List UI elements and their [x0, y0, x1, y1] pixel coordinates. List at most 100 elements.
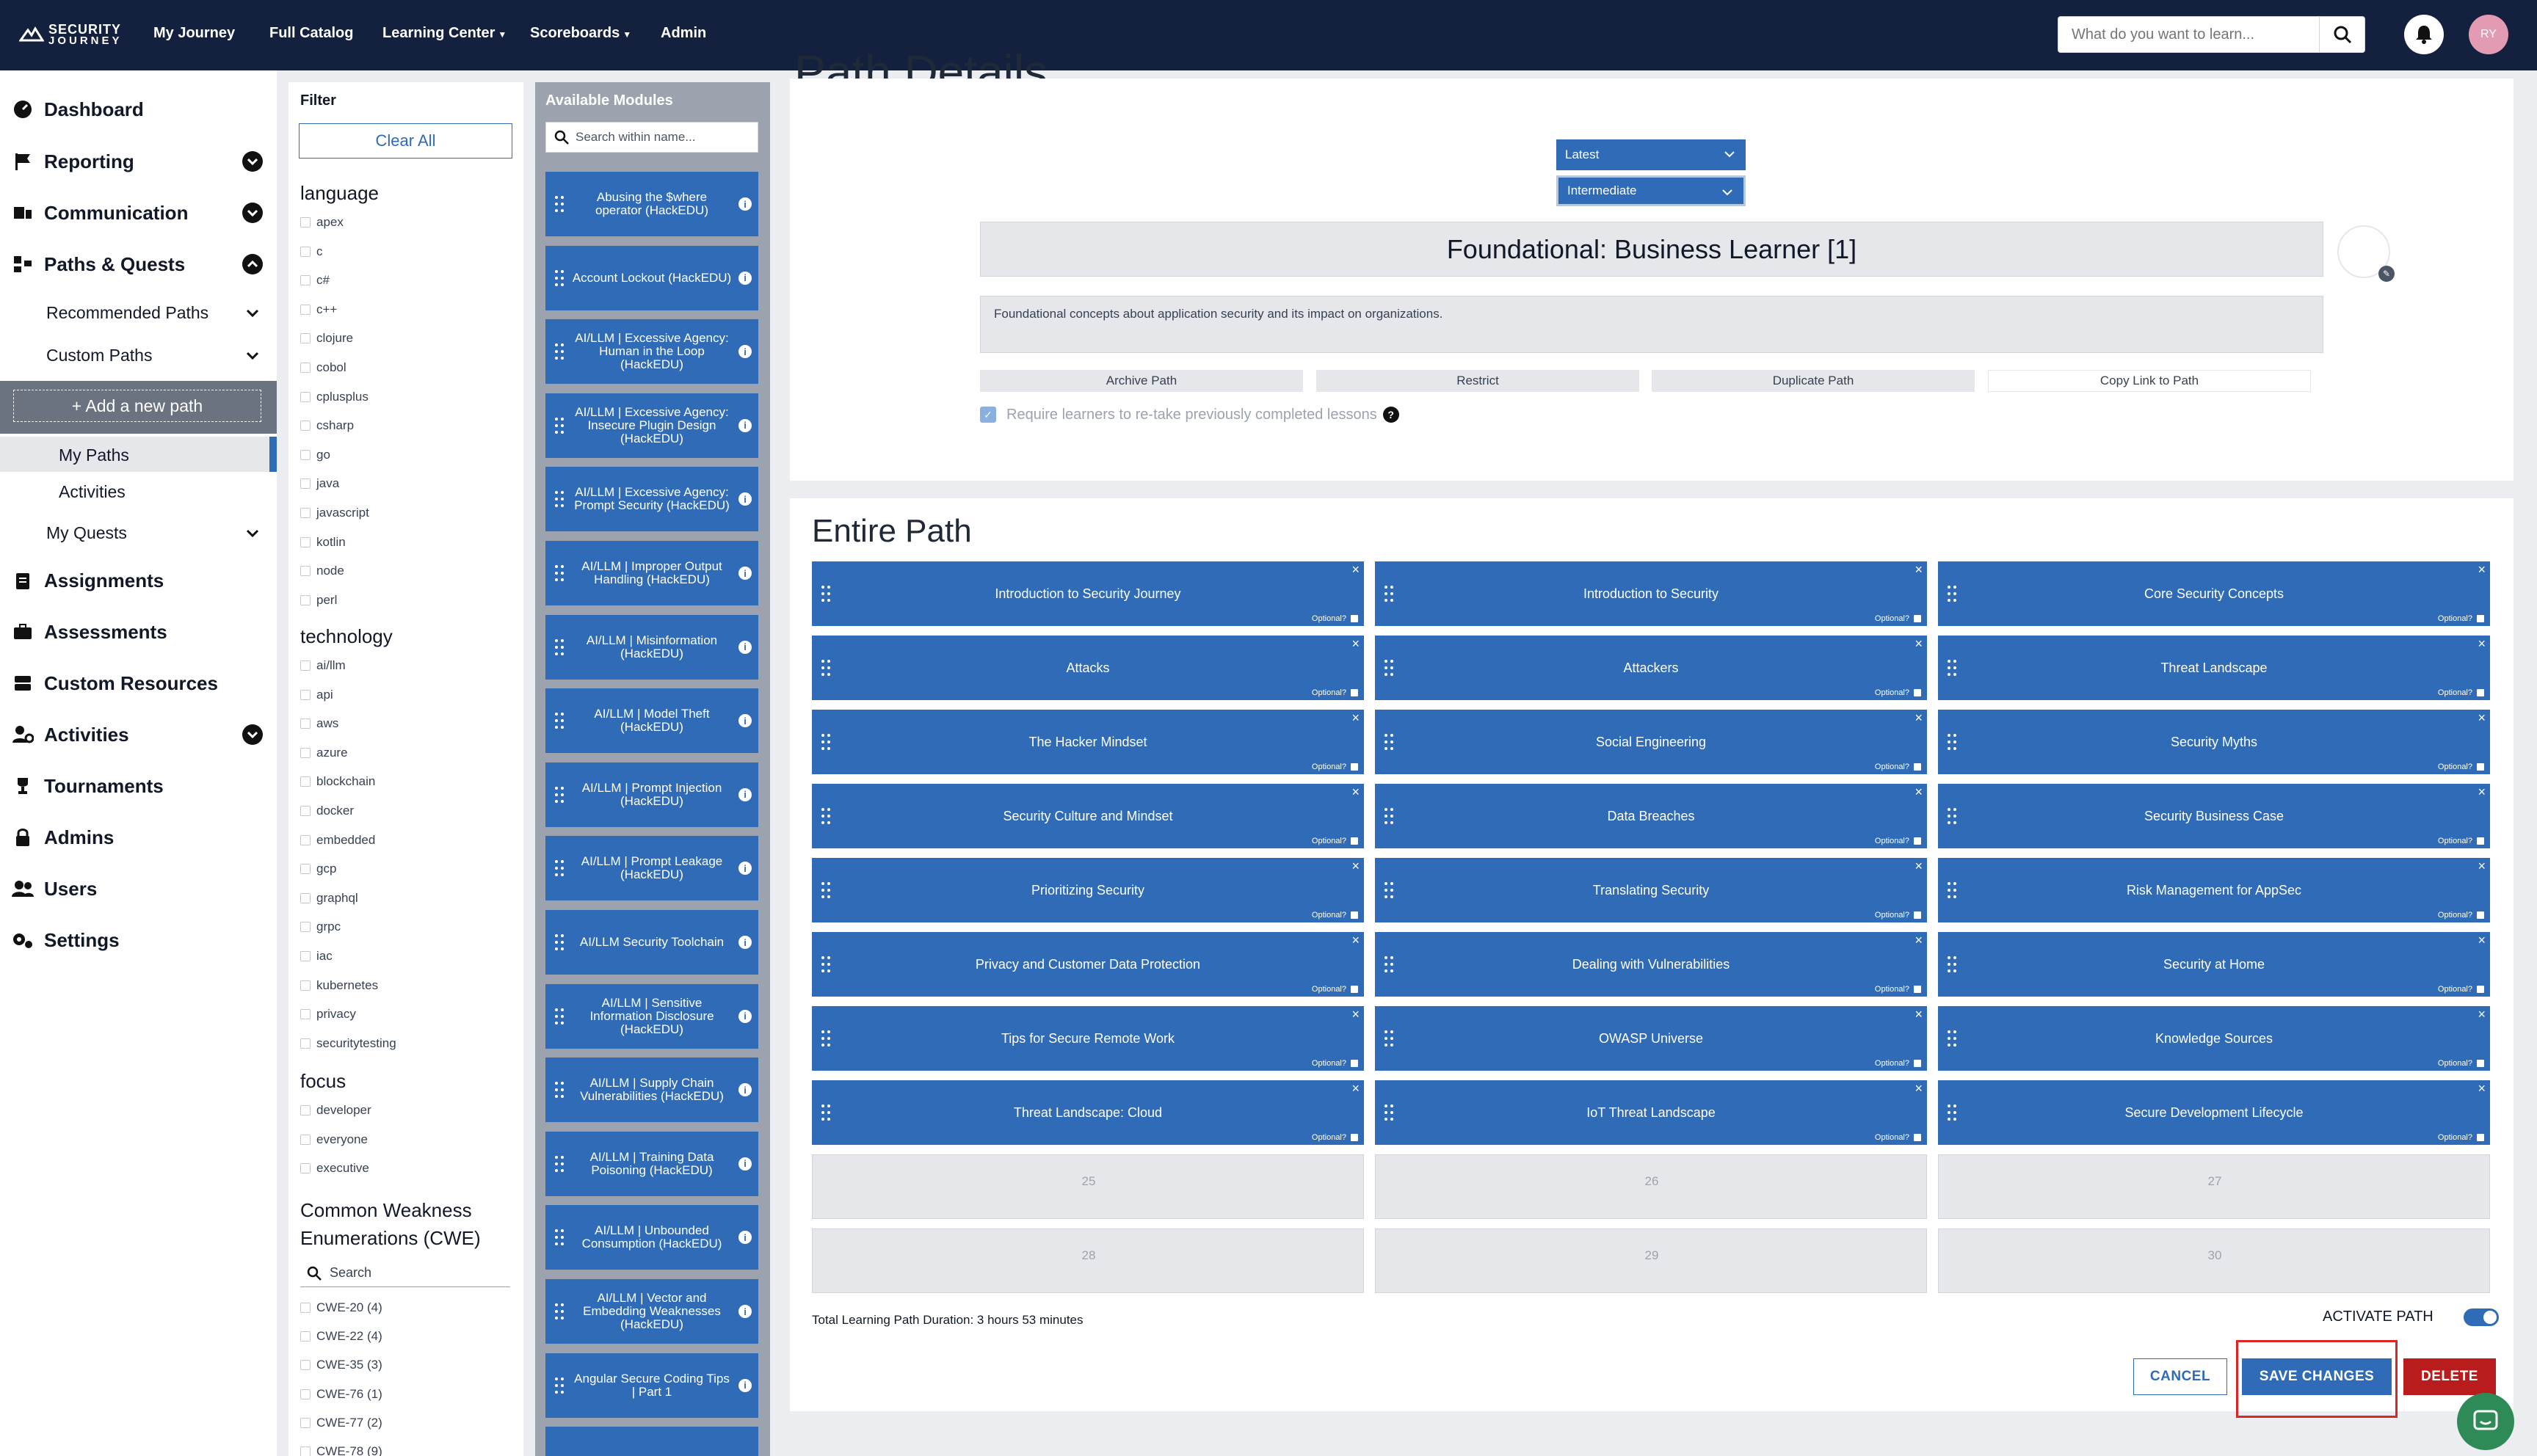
- filter-option-cwe[interactable]: CWE-35 (3): [300, 1356, 382, 1374]
- sidebar-item-paths-quests[interactable]: Paths & Quests: [0, 246, 277, 283]
- drag-handle-icon[interactable]: [1384, 1104, 1394, 1121]
- remove-module-icon[interactable]: ×: [1351, 563, 1360, 576]
- filter-option-technology[interactable]: securitytesting: [300, 1035, 396, 1052]
- available-module-card[interactable]: AI/LLM | Improper Output Handling (HackE…: [545, 541, 758, 605]
- remove-module-icon[interactable]: ×: [1914, 1008, 1923, 1021]
- sidebar-item-my-quests[interactable]: My Quests: [0, 515, 277, 550]
- path-module-slot[interactable]: Privacy and Customer Data Protection × Opt…: [812, 932, 1364, 997]
- info-icon[interactable]: i: [738, 862, 752, 876]
- drag-handle-icon[interactable]: [1384, 1030, 1394, 1047]
- available-module-card[interactable]: AI/LLM | Vector and Embedding Weaknesses…: [545, 1279, 758, 1344]
- path-module-slot[interactable]: Core Security Concepts × Optional?: [1938, 561, 2490, 626]
- optional-toggle[interactable]: Optional?: [1312, 911, 1358, 920]
- filter-option-cwe[interactable]: CWE-78 (9): [300, 1443, 382, 1456]
- optional-toggle[interactable]: Optional?: [1312, 837, 1358, 845]
- path-module-slot[interactable]: Dealing with Vulnerabilities × Optional?: [1375, 932, 1927, 997]
- drag-handle-icon[interactable]: [554, 1081, 565, 1099]
- nav-full-catalog[interactable]: Full Catalog: [269, 25, 353, 42]
- info-icon[interactable]: i: [738, 197, 752, 211]
- sidebar-item-admins[interactable]: Admins: [0, 819, 277, 856]
- filter-option-technology[interactable]: gcp: [300, 860, 336, 878]
- drag-handle-icon[interactable]: [554, 933, 565, 951]
- nav-learning-center[interactable]: Learning Center ▼: [382, 25, 507, 42]
- available-module-card[interactable]: AI/LLM | Misinformation (HackEDU) i: [545, 614, 758, 680]
- version-select[interactable]: Latest: [1556, 139, 1746, 170]
- available-module-card[interactable]: AI/LLM | Prompt Leakage (HackEDU) i: [545, 836, 758, 901]
- chevron-down-icon[interactable]: [242, 151, 263, 172]
- info-icon[interactable]: i: [738, 418, 752, 432]
- path-module-slot[interactable]: Security Business Case × Optional?: [1938, 784, 2490, 848]
- user-avatar[interactable]: RY: [2469, 15, 2508, 54]
- drag-handle-icon[interactable]: [821, 1030, 831, 1047]
- info-icon[interactable]: i: [738, 1378, 752, 1392]
- path-module-slot[interactable]: Attackers × Optional?: [1375, 636, 1927, 700]
- drag-handle-icon[interactable]: [1384, 807, 1394, 825]
- filter-option-technology[interactable]: kubernetes: [300, 977, 378, 994]
- copy-link-button[interactable]: Copy Link to Path: [1988, 370, 2311, 392]
- path-module-slot[interactable]: Threat Landscape × Optional?: [1938, 636, 2490, 700]
- activate-path-toggle[interactable]: [2464, 1308, 2499, 1326]
- filter-option-cwe[interactable]: CWE-22 (4): [300, 1328, 382, 1345]
- drag-handle-icon[interactable]: [1947, 1030, 1957, 1047]
- info-icon[interactable]: i: [738, 567, 752, 580]
- filter-option-technology[interactable]: iac: [300, 947, 333, 965]
- filter-checkbox[interactable]: [300, 951, 311, 961]
- filter-option-language[interactable]: node: [300, 562, 344, 580]
- remove-module-icon[interactable]: ×: [2478, 563, 2486, 576]
- remove-module-icon[interactable]: ×: [1914, 933, 1923, 947]
- nav-admin[interactable]: Admin: [661, 25, 706, 42]
- filter-option-focus[interactable]: developer: [300, 1102, 371, 1119]
- global-search-button[interactable]: [2319, 16, 2365, 53]
- filter-checkbox[interactable]: [300, 1446, 311, 1456]
- optional-toggle[interactable]: Optional?: [2438, 762, 2484, 771]
- optional-checkbox[interactable]: [1914, 1134, 1921, 1141]
- available-module-card[interactable]: Account Lockout (HackEDU) i: [545, 245, 758, 310]
- optional-toggle[interactable]: Optional?: [1875, 688, 1921, 697]
- restrict-button[interactable]: Restrict: [1316, 370, 1639, 392]
- optional-checkbox[interactable]: [1351, 911, 1358, 919]
- filter-checkbox[interactable]: [300, 864, 311, 875]
- filter-option-technology[interactable]: graphql: [300, 889, 358, 907]
- available-module-card[interactable]: AI/LLM | Training Data Poisoning (HackED…: [545, 1131, 758, 1196]
- optional-toggle[interactable]: Optional?: [1312, 1059, 1358, 1068]
- empty-path-slot[interactable]: 25: [812, 1154, 1364, 1219]
- drag-handle-icon[interactable]: [554, 195, 565, 213]
- archive-path-button[interactable]: Archive Path: [980, 370, 1303, 392]
- filter-checkbox[interactable]: [300, 1360, 311, 1371]
- info-icon[interactable]: i: [738, 271, 752, 285]
- optional-checkbox[interactable]: [1351, 837, 1358, 845]
- path-module-slot[interactable]: OWASP Universe × Optional?: [1375, 1006, 1927, 1071]
- optional-checkbox[interactable]: [1914, 689, 1921, 696]
- drag-handle-icon[interactable]: [554, 269, 565, 287]
- empty-path-slot[interactable]: 28: [812, 1228, 1364, 1293]
- remove-module-icon[interactable]: ×: [1914, 859, 1923, 873]
- drag-handle-icon[interactable]: [1384, 733, 1394, 751]
- filter-option-language[interactable]: cobol: [300, 359, 346, 376]
- sidebar-item-custom-resources[interactable]: Custom Resources: [0, 665, 277, 702]
- clear-all-button[interactable]: Clear All: [299, 123, 512, 159]
- filter-checkbox[interactable]: [300, 834, 311, 845]
- available-module-card[interactable]: AI/LLM | Supply Chain Vulnerabilities (H…: [545, 1058, 758, 1123]
- path-module-slot[interactable]: Security at Home × Optional?: [1938, 932, 2490, 997]
- filter-option-language[interactable]: c#: [300, 272, 330, 289]
- remove-module-icon[interactable]: ×: [1351, 637, 1360, 650]
- drag-handle-icon[interactable]: [554, 1377, 565, 1394]
- optional-checkbox[interactable]: [1351, 615, 1358, 622]
- drag-handle-icon[interactable]: [1947, 1104, 1957, 1121]
- sidebar-item-assessments[interactable]: Assessments: [0, 614, 277, 650]
- optional-toggle[interactable]: Optional?: [2438, 688, 2484, 697]
- filter-option-language[interactable]: kotlin: [300, 534, 346, 551]
- drag-handle-icon[interactable]: [554, 343, 565, 360]
- optional-toggle[interactable]: Optional?: [1875, 1133, 1921, 1142]
- sidebar-item-my-paths[interactable]: My Paths: [0, 437, 277, 472]
- filter-checkbox[interactable]: [300, 806, 311, 816]
- available-module-card[interactable]: AI/LLM | Excessive Agency: Human in the …: [545, 319, 758, 385]
- module-search-input[interactable]: Search within name...: [545, 122, 758, 153]
- optional-toggle[interactable]: Optional?: [1312, 762, 1358, 771]
- path-module-slot[interactable]: Translating Security × Optional?: [1375, 858, 1927, 922]
- filter-checkbox[interactable]: [300, 391, 311, 402]
- filter-option-technology[interactable]: aws: [300, 715, 338, 732]
- path-module-slot[interactable]: Secure Development Lifecycle × Optional?: [1938, 1080, 2490, 1145]
- sidebar-item-activities[interactable]: Activities: [0, 716, 277, 753]
- available-module-card[interactable]: Angular Secure Coding Tips | Part 1 i: [545, 1353, 758, 1418]
